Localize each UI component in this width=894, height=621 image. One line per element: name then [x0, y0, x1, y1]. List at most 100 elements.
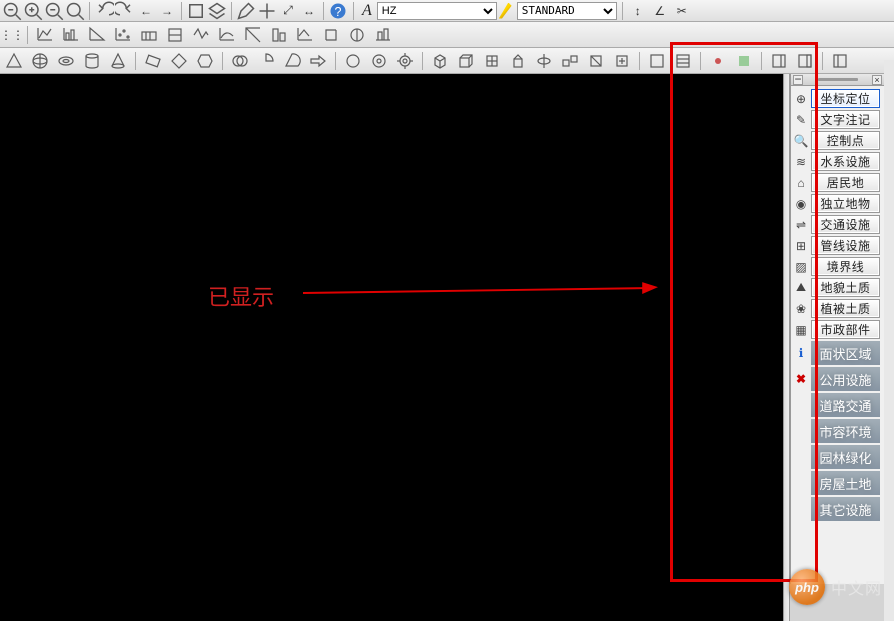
panel-label-btn[interactable]: 房屋土地	[811, 471, 880, 495]
circle1-icon[interactable]	[341, 49, 365, 73]
torus-icon[interactable]	[54, 49, 78, 73]
chart11-icon[interactable]	[293, 23, 317, 47]
panel-label-btn[interactable]: 园林绿化	[811, 445, 880, 469]
wedge-icon[interactable]	[280, 49, 304, 73]
panel-label-btn[interactable]: 公用设施	[811, 367, 880, 391]
panel-btn-water[interactable]: 水系设施	[811, 152, 880, 171]
rhombus-icon[interactable]	[167, 49, 191, 73]
panel-body: ⊕ 坐标定位 ✎ 文字注记 🔍 控制点 ≋ 水系设施 ⌂ 居民地 ◉ 独立地物 …	[791, 86, 884, 524]
panel-label-btn[interactable]: 其它设施	[811, 497, 880, 521]
pencil-icon[interactable]	[236, 1, 256, 21]
panel-btn-control[interactable]: 控制点	[811, 131, 880, 150]
panel-btn-pipeline[interactable]: 管线设施	[811, 236, 880, 255]
panel-toggle2-icon[interactable]	[793, 49, 817, 73]
panel-toggle3-icon[interactable]	[828, 49, 852, 73]
redo-icon[interactable]	[115, 1, 135, 21]
rect-icon[interactable]	[141, 49, 165, 73]
panel-btn-independent[interactable]: 独立地物	[811, 194, 880, 213]
help-icon[interactable]: ?	[328, 1, 348, 21]
undo-icon[interactable]	[94, 1, 114, 21]
splitter-vertical[interactable]	[783, 74, 790, 621]
chart14-icon[interactable]	[371, 23, 395, 47]
gear-icon[interactable]	[393, 49, 417, 73]
chart2-icon[interactable]	[59, 23, 83, 47]
trim-icon[interactable]: ✂	[672, 1, 692, 21]
box-add-icon[interactable]	[610, 49, 634, 73]
dimension-icon[interactable]: ↔	[299, 1, 319, 21]
panel-btn-label: 管线设施	[820, 237, 870, 254]
cone-icon[interactable]	[106, 49, 130, 73]
grip-icon[interactable]: ⋮⋮	[2, 25, 22, 45]
style-select[interactable]: STANDARD	[517, 2, 617, 20]
panel-label-btn[interactable]: 道路交通	[811, 393, 880, 417]
globe-icon[interactable]	[28, 49, 52, 73]
chart10-icon[interactable]	[267, 23, 291, 47]
chart3-icon[interactable]	[85, 23, 109, 47]
hexagon-icon[interactable]	[193, 49, 217, 73]
cube1-icon[interactable]	[428, 49, 452, 73]
cube3-icon[interactable]	[480, 49, 504, 73]
zoom-window-icon[interactable]	[2, 1, 22, 21]
panel-label-btn[interactable]: 市容环境	[811, 419, 880, 443]
boxes-icon[interactable]	[558, 49, 582, 73]
style-combo[interactable]: STANDARD	[499, 2, 617, 20]
zoom-out-icon[interactable]	[44, 1, 64, 21]
select-icon[interactable]	[186, 1, 206, 21]
chart5-icon[interactable]	[137, 23, 161, 47]
viewtable-icon[interactable]	[671, 49, 695, 73]
measure-icon[interactable]: ⤢	[278, 1, 298, 21]
panel-item-pipeline: ⊞ 管线设施	[791, 235, 884, 256]
panel-close-icon[interactable]: ×	[872, 75, 882, 85]
panel-label-btn[interactable]: 面状区域	[811, 341, 880, 365]
misc1-icon[interactable]	[706, 49, 730, 73]
sector-icon[interactable]	[254, 49, 278, 73]
zoom-extents-icon[interactable]	[65, 1, 85, 21]
chart6-icon[interactable]	[163, 23, 187, 47]
dimension-linear-icon[interactable]: ↕	[628, 1, 648, 21]
cylinder-icon[interactable]	[80, 49, 104, 73]
chart12-icon[interactable]	[319, 23, 343, 47]
view3d-icon[interactable]	[645, 49, 669, 73]
triangle-icon[interactable]	[2, 49, 26, 73]
circle2-icon[interactable]	[367, 49, 391, 73]
panel-btn-vegetation[interactable]: 植被土质	[811, 299, 880, 318]
extrude-icon[interactable]	[506, 49, 530, 73]
panel-btn-text[interactable]: 文字注记	[811, 110, 880, 129]
font-select[interactable]: HZ	[377, 2, 497, 20]
blank-icon	[793, 475, 809, 491]
panel-grip-icon[interactable]	[818, 78, 858, 81]
panel-btn-municipal[interactable]: 市政部件	[811, 320, 880, 339]
zoom-in-icon[interactable]	[23, 1, 43, 21]
panel-btn-boundary[interactable]: 境界线	[811, 257, 880, 276]
panel-label-public: ✖ 公用设施	[791, 366, 884, 392]
panel-btn-coordinate[interactable]: 坐标定位	[811, 89, 880, 108]
venn-icon[interactable]	[228, 49, 252, 73]
panel-header[interactable]: − ×	[791, 74, 884, 86]
panel-minimize-icon[interactable]: −	[793, 75, 803, 85]
chart13-icon[interactable]	[345, 23, 369, 47]
chart8-icon[interactable]	[215, 23, 239, 47]
dimension-angular-icon[interactable]: ∠	[650, 1, 670, 21]
drawing-canvas[interactable]	[0, 74, 783, 621]
panel-btn-traffic[interactable]: 交通设施	[811, 215, 880, 234]
arrow-left-icon[interactable]: ←	[136, 1, 156, 21]
panel-btn-terrain[interactable]: 地貌土质	[811, 278, 880, 297]
panel-toggle1-icon[interactable]	[767, 49, 791, 73]
cube2-icon[interactable]	[454, 49, 478, 73]
revolve-icon[interactable]	[532, 49, 556, 73]
chart4-icon[interactable]	[111, 23, 135, 47]
panel-btn-residential[interactable]: 居民地	[811, 173, 880, 192]
panel-item-municipal: ▦ 市政部件	[791, 319, 884, 340]
font-combo[interactable]: A HZ	[359, 2, 497, 20]
chart1-icon[interactable]	[33, 23, 57, 47]
chart7-icon[interactable]	[189, 23, 213, 47]
arrow-shape-icon[interactable]	[306, 49, 330, 73]
panel-item-residential: ⌂ 居民地	[791, 172, 884, 193]
layers-icon[interactable]	[207, 1, 227, 21]
box-cut-icon[interactable]	[584, 49, 608, 73]
misc2-icon[interactable]	[732, 49, 756, 73]
panel-label-text: 公用设施	[819, 370, 871, 389]
arrow-right-icon[interactable]: →	[157, 1, 177, 21]
chart9-icon[interactable]	[241, 23, 265, 47]
move-icon[interactable]	[257, 1, 277, 21]
